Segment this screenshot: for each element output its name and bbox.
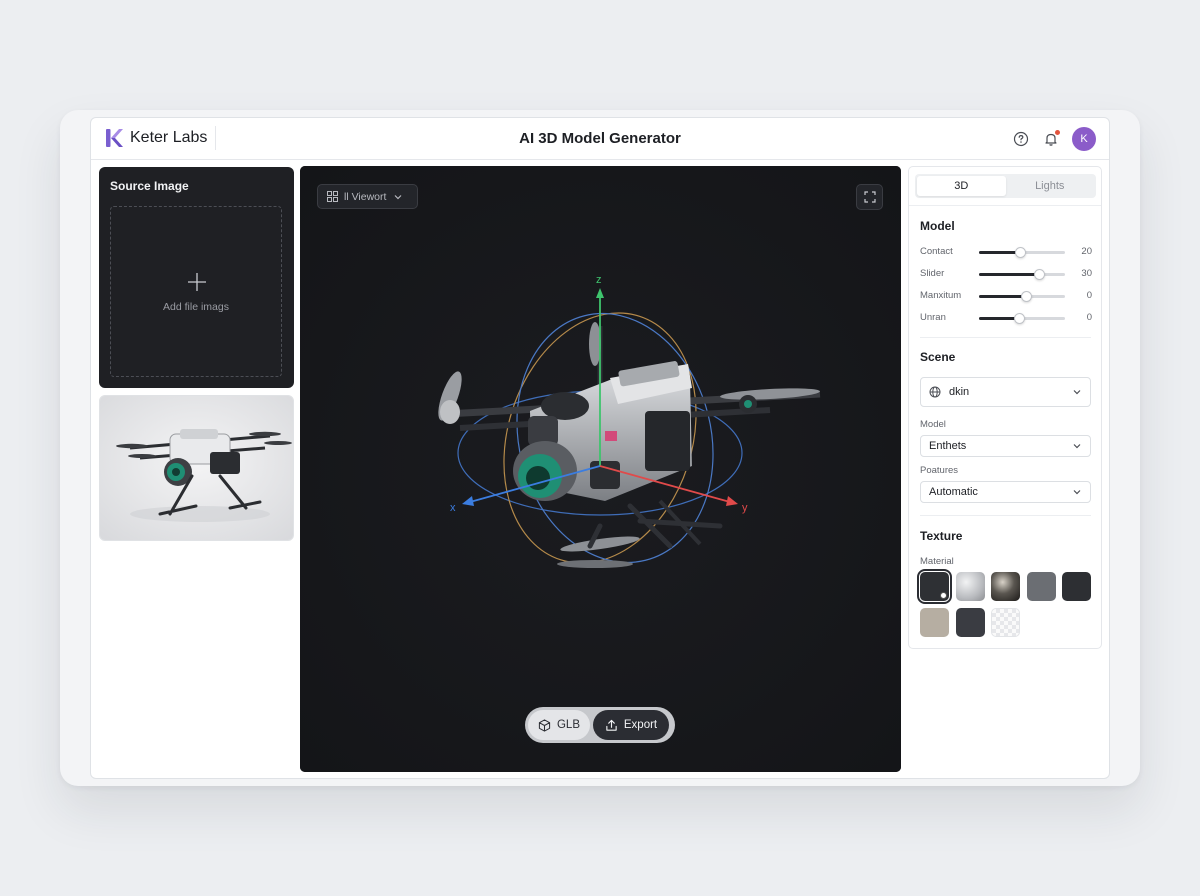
viewport-mode-select[interactable]: ll Viewort — [317, 184, 418, 209]
chevron-down-icon — [1073, 390, 1081, 395]
help-circle-icon — [1013, 131, 1029, 147]
globe-icon — [929, 386, 941, 398]
chevron-down-icon — [394, 194, 402, 199]
slider-fill — [979, 251, 1021, 254]
slider-slider[interactable]: Slider 30 — [920, 267, 1092, 281]
top-bar: Keter Labs AI 3D Model Generator K — [91, 118, 1109, 160]
material-swatch-dark-matte[interactable] — [917, 569, 952, 604]
panel-tabs: 3D Lights — [915, 174, 1096, 198]
axis-label-x: x — [450, 502, 456, 514]
model-field-label: Model — [920, 419, 946, 430]
page-title: AI 3D Model Generator — [519, 130, 681, 147]
properties-panel: 3D Lights Model Contact 20 Slider 30 Manxitu… — [908, 166, 1102, 649]
material-swatch-dark-chrome[interactable] — [991, 572, 1020, 601]
slider-label: Unran — [920, 312, 946, 323]
slider-value: 0 — [1086, 312, 1092, 323]
environment-select[interactable]: dkin — [920, 377, 1091, 407]
slider-knob[interactable] — [1034, 269, 1046, 280]
divider — [920, 515, 1091, 516]
slider-value: 30 — [1081, 268, 1092, 279]
slider-label: Slider — [920, 268, 945, 279]
slider-manxitum[interactable]: Manxitum 0 — [920, 289, 1092, 303]
slider-fill — [979, 273, 1040, 276]
axis-label-z: z — [596, 274, 602, 286]
slider-value: 20 — [1081, 246, 1092, 257]
environment-value: dkin — [949, 386, 970, 398]
selected-check-icon — [940, 592, 947, 599]
chevron-down-icon — [1073, 490, 1081, 495]
material-swatch-black-fabric[interactable] — [1062, 572, 1091, 601]
upload-icon — [606, 719, 617, 731]
export-toolbar: GLB Export — [525, 707, 675, 743]
3d-viewport[interactable]: z x y ll Viewort GLB Export — [300, 166, 901, 772]
expand-icon — [863, 191, 876, 203]
scene-section-title: Scene — [920, 350, 956, 364]
slider-knob[interactable] — [1021, 291, 1033, 302]
tab-3d[interactable]: 3D — [917, 176, 1006, 196]
source-image-title: Source Image — [110, 179, 189, 193]
plus-icon — [188, 273, 206, 291]
dropzone-text: Add file imags — [163, 301, 229, 313]
model-select[interactable]: Enthets — [920, 435, 1091, 457]
material-swatch-transparent[interactable] — [991, 608, 1020, 637]
axis-label-y: y — [742, 502, 748, 514]
features-select-value: Automatic — [929, 486, 978, 498]
slider-label: Manxitum — [920, 290, 962, 301]
slider-track[interactable] — [979, 313, 1065, 324]
tab-lights[interactable]: Lights — [1006, 176, 1095, 196]
slider-track[interactable] — [979, 291, 1065, 302]
source-image-panel: Source Image Add file imags — [99, 167, 294, 388]
glb-label: GLB — [556, 719, 580, 731]
slider-knob[interactable] — [1015, 247, 1027, 258]
export-button[interactable]: Export — [593, 710, 669, 740]
drone-3d-model: z x y — [300, 166, 901, 772]
chevron-down-icon — [1073, 444, 1081, 449]
slider-fill — [979, 295, 1027, 298]
slider-track[interactable] — [979, 247, 1065, 258]
source-thumbnail[interactable] — [99, 395, 294, 541]
material-swatch-beige-stone[interactable] — [920, 608, 949, 637]
slider-track[interactable] — [979, 269, 1065, 280]
help-button[interactable] — [1010, 128, 1032, 150]
cube-icon — [538, 718, 551, 732]
material-swatch-charcoal[interactable] — [955, 608, 985, 637]
avatar[interactable]: K — [1072, 127, 1096, 151]
divider — [909, 205, 1101, 206]
slider-fill — [979, 317, 1019, 320]
material-swatch-brushed-silver[interactable] — [955, 572, 985, 601]
notification-dot — [1055, 130, 1060, 135]
slider-unran[interactable]: Unran 0 — [920, 311, 1092, 325]
app-window: Keter Labs AI 3D Model Generator K Sourc… — [90, 117, 1110, 779]
image-dropzone[interactable]: Add file imags — [110, 206, 282, 377]
features-field-label: Poatures — [920, 465, 959, 476]
notifications-button[interactable] — [1040, 128, 1062, 150]
features-select[interactable]: Automatic — [920, 481, 1091, 503]
fullscreen-button[interactable] — [856, 184, 883, 210]
divider — [920, 337, 1091, 338]
texture-section-title: Texture — [920, 529, 963, 543]
slider-contact[interactable]: Contact 20 — [920, 245, 1092, 259]
model-section-title: Model — [920, 219, 955, 233]
grid-icon — [327, 191, 338, 202]
export-label: Export — [623, 719, 658, 731]
model-select-value: Enthets — [929, 440, 967, 452]
material-label: Material — [920, 556, 954, 567]
slider-value: 0 — [1086, 290, 1092, 301]
glb-format-button[interactable]: GLB — [528, 710, 590, 740]
slider-knob[interactable] — [1013, 313, 1025, 324]
material-swatch-slate-gray[interactable] — [1026, 572, 1056, 601]
drone-thumbnail-image — [100, 396, 293, 540]
viewport-mode-label: ll Viewort — [344, 190, 387, 203]
slider-label: Contact — [920, 246, 953, 257]
